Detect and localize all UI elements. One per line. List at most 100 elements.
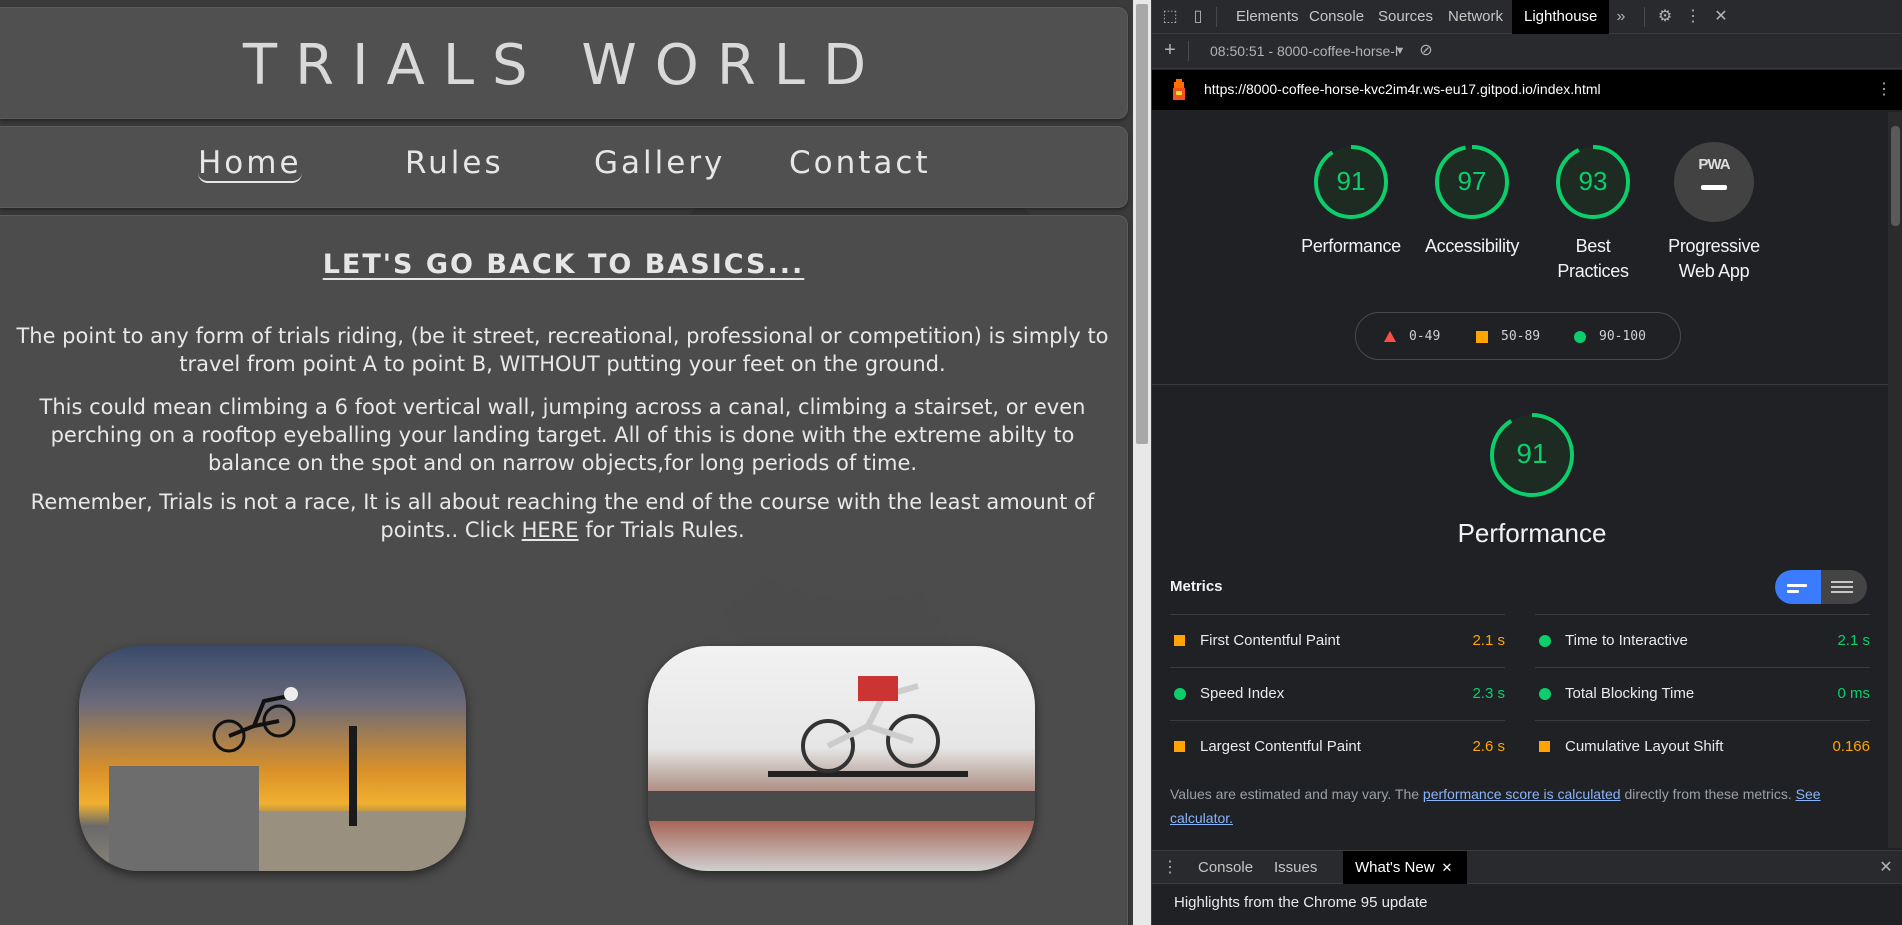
site-header: TRIALS WORLD bbox=[0, 7, 1128, 119]
tab-lighthouse[interactable]: Lighthouse bbox=[1512, 0, 1610, 34]
site-title: TRIALS WORLD bbox=[242, 33, 885, 98]
section-divider bbox=[1152, 384, 1902, 385]
metric-name: Speed Index bbox=[1200, 685, 1285, 702]
gauge-label: Performance bbox=[1291, 234, 1411, 259]
rider-silhouette-icon bbox=[801, 676, 940, 773]
pwa-badge: PWA bbox=[1674, 142, 1754, 222]
photo-sponsor-banner bbox=[648, 791, 1035, 821]
performance-title: Performance bbox=[1457, 518, 1607, 548]
metric-value: 2.3 s bbox=[1472, 685, 1505, 702]
chevron-down-icon[interactable]: ▼ bbox=[1390, 41, 1410, 61]
legend-pass: 90-100 bbox=[1574, 329, 1646, 344]
close-drawer-icon[interactable]: ✕ bbox=[1876, 858, 1896, 878]
intro-paragraph-3: Remember, Trials is not a race, It is al… bbox=[10, 488, 1115, 544]
metric-speed-index: Speed Index 2.3 s bbox=[1170, 667, 1505, 719]
metric-name: Total Blocking Time bbox=[1565, 685, 1695, 702]
score-calculation-link[interactable]: performance score is calculated bbox=[1423, 786, 1621, 802]
toggle-compact-view[interactable] bbox=[1775, 570, 1821, 604]
report-menu-icon[interactable]: ⋮ bbox=[1874, 80, 1894, 100]
drawer-menu-icon[interactable]: ⋮ bbox=[1160, 858, 1180, 878]
photo-palm bbox=[349, 726, 357, 826]
gauge-pwa[interactable]: PWA Progressive Web App bbox=[1654, 142, 1774, 284]
gauge-score: 97 bbox=[1457, 166, 1487, 196]
score-legend: 0-49 50-89 90-100 bbox=[1355, 312, 1681, 360]
list-view-icon[interactable] bbox=[1831, 581, 1853, 583]
metrics-view-toggle[interactable] bbox=[1775, 570, 1867, 604]
intro-paragraph-1: The point to any form of trials riding, … bbox=[16, 324, 1109, 376]
pass-circle-icon bbox=[1174, 688, 1186, 700]
metric-name: First Contentful Paint bbox=[1200, 632, 1341, 649]
drawer-content: Highlights from the Chrome 95 update bbox=[1152, 884, 1902, 925]
pwa-dash-icon bbox=[1701, 185, 1727, 190]
gauge-label-line-2: Practices bbox=[1557, 261, 1629, 281]
photo-promenade bbox=[259, 811, 466, 871]
gauge-label-line-1: Accessibility bbox=[1424, 236, 1520, 256]
metric-value: 0 ms bbox=[1837, 685, 1870, 702]
gauge-ring: 97 bbox=[1432, 142, 1512, 222]
website-scrollbar-thumb[interactable] bbox=[1136, 4, 1148, 444]
triangle-icon bbox=[1384, 331, 1396, 342]
gauge-best-practices[interactable]: 93 Best Practices bbox=[1533, 142, 1653, 284]
tab-network[interactable]: Network bbox=[1436, 0, 1515, 34]
list-view-icon bbox=[1831, 591, 1853, 593]
list-view-icon bbox=[1831, 586, 1853, 588]
gauge-label: Progressive Web App bbox=[1654, 234, 1774, 284]
legend-average-label: 50-89 bbox=[1501, 329, 1541, 344]
rules-link[interactable]: HERE bbox=[522, 518, 579, 542]
whats-new-highlight[interactable]: Highlights from the Chrome 95 update bbox=[1174, 894, 1427, 911]
nav-link-contact[interactable]: Contact bbox=[789, 145, 931, 181]
website-scrollbar[interactable] bbox=[1133, 0, 1151, 925]
metric-value: 2.1 s bbox=[1837, 632, 1870, 649]
metric-largest-contentful-paint: Largest Contentful Paint 2.6 s bbox=[1170, 720, 1505, 772]
legend-average: 50-89 bbox=[1476, 329, 1540, 344]
lines-icon bbox=[1787, 590, 1799, 593]
metric-cumulative-layout-shift: Cumulative Layout Shift 0.166 bbox=[1535, 720, 1870, 772]
nav-link-gallery[interactable]: Gallery bbox=[594, 145, 725, 181]
drawer-tab-console[interactable]: Console bbox=[1186, 851, 1265, 885]
legend-fail-label: 0-49 bbox=[1409, 329, 1441, 344]
average-square-icon bbox=[1174, 635, 1185, 646]
devtools-tab-bar: ⬚ ▯ Elements Console Sources Network Lig… bbox=[1152, 0, 1902, 34]
gauge-label: Best Practices bbox=[1533, 234, 1653, 284]
note-text: Values are estimated and may vary. The bbox=[1170, 786, 1423, 802]
report-scrollbar[interactable] bbox=[1888, 112, 1902, 848]
legend-fail: 0-49 bbox=[1384, 329, 1440, 344]
toolbar-divider bbox=[1644, 7, 1645, 27]
toolbar-divider bbox=[1188, 41, 1189, 61]
device-toolbar-icon[interactable]: ▯ bbox=[1188, 7, 1208, 27]
report-select[interactable]: 08:50:51 - 8000-coffee-horse-l bbox=[1210, 43, 1398, 59]
sunset-trials-photo bbox=[79, 646, 466, 871]
metric-name: Time to Interactive bbox=[1565, 632, 1688, 649]
more-tabs-icon[interactable]: » bbox=[1611, 7, 1631, 27]
drawer-tab-issues[interactable]: Issues bbox=[1262, 851, 1329, 885]
metrics-heading: Metrics bbox=[1170, 578, 1223, 595]
site-main: LET'S GO BACK TO BASICS... The point to … bbox=[0, 215, 1128, 925]
close-icon[interactable]: ✕ bbox=[1711, 7, 1731, 27]
nav-link-rules[interactable]: Rules bbox=[405, 145, 504, 181]
nav-link-home[interactable]: Home bbox=[198, 145, 302, 183]
average-square-icon bbox=[1174, 741, 1185, 752]
gauge-accessibility[interactable]: 97 Accessibility bbox=[1412, 142, 1532, 259]
add-report-icon[interactable]: + bbox=[1160, 40, 1180, 60]
metric-value: 2.6 s bbox=[1472, 738, 1505, 755]
legend-pass-label: 90-100 bbox=[1599, 329, 1646, 344]
close-tab-icon[interactable]: ✕ bbox=[1437, 858, 1457, 878]
tab-sources[interactable]: Sources bbox=[1366, 0, 1445, 34]
metric-time-to-interactive: Time to Interactive 2.1 s bbox=[1535, 614, 1870, 666]
tab-console[interactable]: Console bbox=[1297, 0, 1376, 34]
website-viewport: TRIALS WORLD Home Rules Gallery Contact … bbox=[0, 0, 1133, 925]
metric-name: Largest Contentful Paint bbox=[1200, 738, 1361, 755]
kebab-menu-icon[interactable]: ⋮ bbox=[1683, 7, 1703, 27]
lighthouse-logo-icon bbox=[1173, 79, 1185, 100]
gauge-score: 93 bbox=[1578, 166, 1608, 196]
inspect-element-icon[interactable]: ⬚ bbox=[1160, 7, 1180, 27]
competition-trials-photo bbox=[648, 646, 1035, 871]
gauge-label: Accessibility bbox=[1412, 234, 1532, 259]
report-url[interactable]: https://8000-coffee-horse-kvc2im4r.ws-eu… bbox=[1204, 81, 1601, 97]
gauge-performance[interactable]: 91 Performance bbox=[1291, 142, 1411, 259]
metrics-note: Values are estimated and may vary. The p… bbox=[1170, 782, 1885, 830]
gear-icon[interactable]: ⚙ bbox=[1655, 7, 1675, 27]
report-scrollbar-thumb[interactable] bbox=[1891, 126, 1900, 226]
clear-reports-icon[interactable]: ⊘ bbox=[1416, 41, 1436, 61]
gauge-ring: 93 bbox=[1553, 142, 1633, 222]
